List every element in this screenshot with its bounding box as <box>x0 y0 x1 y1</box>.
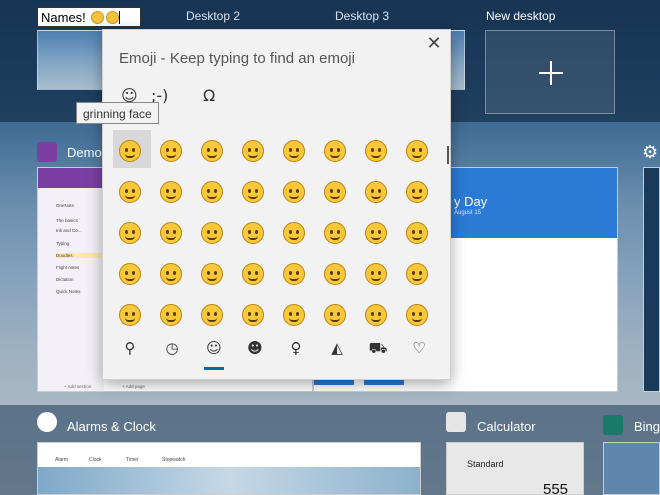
emoji-button[interactable] <box>201 181 223 203</box>
emoji-button[interactable] <box>324 140 346 162</box>
pizza-icon[interactable]: ◭ <box>326 337 348 359</box>
desktop-3-label[interactable]: Desktop 3 <box>335 9 389 23</box>
onenote-page-item[interactable]: Doodles <box>56 253 104 258</box>
balloon-icon[interactable]: ♀ <box>285 337 307 359</box>
clock-icon[interactable]: ◷ <box>161 337 183 359</box>
grinning-face-icon <box>91 11 105 24</box>
emoji-button[interactable] <box>406 222 428 244</box>
new-desktop-button[interactable] <box>485 30 615 114</box>
onenote-page-item[interactable]: OneNote <box>56 203 74 208</box>
bing-window-thumbnail[interactable] <box>603 442 660 495</box>
alarms-window-title[interactable]: Alarms & Clock <box>67 419 156 434</box>
emoji-panel-title: Emoji - Keep typing to find an emoji <box>119 50 355 67</box>
add-section-link[interactable]: + Add section <box>64 384 91 389</box>
emoji-button[interactable] <box>119 263 141 285</box>
calculator-icon <box>446 412 466 432</box>
emoji-button[interactable] <box>160 304 182 326</box>
onenote-page-item[interactable]: Ink and Co... <box>56 228 82 233</box>
emoji-button[interactable] <box>406 181 428 203</box>
emoji-button[interactable] <box>283 181 305 203</box>
emoji-tooltip: grinning face <box>76 102 159 124</box>
emoji-button[interactable] <box>365 304 387 326</box>
emoji-button[interactable] <box>201 222 223 244</box>
emoji-button[interactable] <box>201 304 223 326</box>
emoji-button[interactable] <box>365 181 387 203</box>
onenote-page-item[interactable]: Typing <box>56 241 69 246</box>
scrollbar[interactable] <box>447 146 449 164</box>
bing-app-icon <box>603 415 623 435</box>
emoji-button[interactable] <box>201 140 223 162</box>
onenote-page-item[interactable]: Dictation <box>56 277 74 282</box>
emoji-button[interactable] <box>324 304 346 326</box>
new-desktop-label[interactable]: New desktop <box>486 9 555 23</box>
alarm-clock-icon <box>37 412 57 432</box>
todo-date: August 15 <box>454 210 482 216</box>
emoji-button[interactable] <box>283 140 305 162</box>
emoji-button[interactable] <box>406 304 428 326</box>
emoji-button[interactable] <box>160 222 182 244</box>
settings-window-thumbnail[interactable] <box>643 167 660 392</box>
emoji-button[interactable] <box>160 181 182 203</box>
emoji-button[interactable] <box>242 222 264 244</box>
desktop-2-label[interactable]: Desktop 2 <box>186 9 240 23</box>
onenote-app-icon <box>37 142 57 162</box>
emoji-button[interactable] <box>324 263 346 285</box>
desktop-rename-text: Names! <box>41 10 86 25</box>
emoji-button[interactable] <box>324 181 346 203</box>
calculator-mode: Standard <box>467 459 504 469</box>
emoji-button[interactable] <box>365 222 387 244</box>
onenote-page-item[interactable]: Flight notes <box>56 265 79 270</box>
world-map <box>38 467 420 494</box>
bing-window-title[interactable]: Bing <box>634 419 660 434</box>
onenote-page-item[interactable]: The basics <box>56 218 78 223</box>
alarms-tab[interactable]: Stopwatch <box>162 457 185 463</box>
emoji-button[interactable] <box>242 263 264 285</box>
search-icon[interactable]: ⚲ <box>119 337 141 359</box>
emoji-button[interactable] <box>119 304 141 326</box>
emoji-button[interactable] <box>365 140 387 162</box>
alarms-tab[interactable]: Clock <box>89 457 102 463</box>
emoji-button[interactable] <box>283 263 305 285</box>
alarms-tab[interactable]: Timer <box>126 457 139 463</box>
emoji-panel: Emoji - Keep typing to find an emoji ✕ ☺… <box>102 29 451 380</box>
emoji-button[interactable] <box>119 140 141 162</box>
grinning-face-icon <box>106 11 120 24</box>
todo-day-title: y Day <box>454 194 488 209</box>
alarms-window-thumbnail[interactable]: Alarm Clock Timer Stopwatch <box>37 442 421 495</box>
emoji-button[interactable] <box>160 140 182 162</box>
emoji-button[interactable] <box>406 140 428 162</box>
emoji-button[interactable] <box>324 222 346 244</box>
onenote-window-title[interactable]: Demo <box>67 145 102 160</box>
emoji-button[interactable] <box>406 263 428 285</box>
car-icon[interactable]: ⛟ <box>367 337 389 359</box>
active-category-indicator <box>204 367 224 370</box>
desktop-rename-input[interactable]: Names! <box>37 7 141 27</box>
emoji-button[interactable] <box>242 304 264 326</box>
emoji-button[interactable] <box>365 263 387 285</box>
emoji-button[interactable] <box>160 263 182 285</box>
emoji-grid <box>103 128 452 328</box>
emoji-button[interactable] <box>242 181 264 203</box>
close-icon[interactable]: ✕ <box>426 35 442 53</box>
calculator-window-title[interactable]: Calculator <box>477 419 536 434</box>
text-caret <box>119 11 121 24</box>
smiley-icon[interactable]: ☺ <box>203 337 225 359</box>
emoji-button[interactable] <box>242 140 264 162</box>
calculator-display: 555 <box>543 481 569 495</box>
emoji-button[interactable] <box>201 263 223 285</box>
settings-gear-icon: ⚙ <box>642 142 659 163</box>
alarms-tab[interactable]: Alarm <box>55 457 68 463</box>
heart-icon[interactable]: ♡ <box>408 337 430 359</box>
calculator-window-thumbnail[interactable]: Standard 555 <box>446 442 584 495</box>
add-page-link[interactable]: + Add page <box>122 384 145 389</box>
emoji-button[interactable] <box>283 222 305 244</box>
emoji-button[interactable] <box>283 304 305 326</box>
onenote-page-item[interactable]: Quick Notes <box>56 289 81 294</box>
tab-symbols[interactable]: Ω <box>203 86 215 105</box>
emoji-category-bar: ⚲ ◷ ☺ ☻ ♀ ◭ ⛟ ♡ <box>103 337 452 367</box>
people-icon[interactable]: ☻ <box>244 337 266 359</box>
emoji-button[interactable] <box>119 181 141 203</box>
emoji-button[interactable] <box>119 222 141 244</box>
